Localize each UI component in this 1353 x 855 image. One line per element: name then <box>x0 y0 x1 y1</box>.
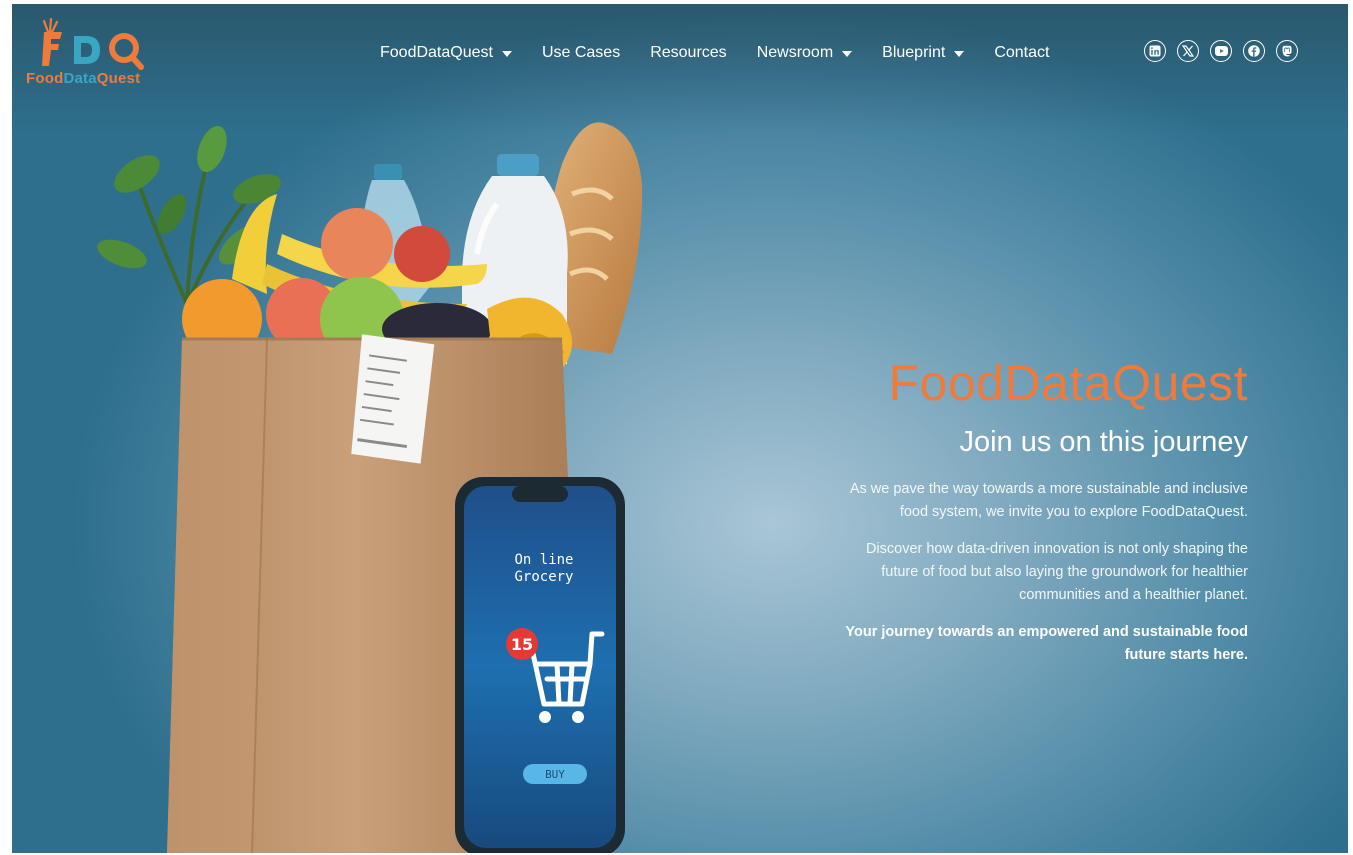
youtube-icon[interactable] <box>1210 40 1232 62</box>
chevron-down-icon <box>842 51 853 57</box>
site-logo[interactable]: FoodDataQuest <box>26 14 156 94</box>
main-nav: FoodDataQuest Use Cases Resources Newsro… <box>380 40 1079 66</box>
logo-text-quest: Quest <box>96 70 141 87</box>
hero-paragraph-3: Your journey towards an empowered and su… <box>845 624 1248 663</box>
phone-title-line1: On line <box>514 552 573 568</box>
hero-section: FoodDataQuest FoodDataQuest Use Cases Re… <box>12 4 1348 853</box>
nav-item-fooddataquest[interactable]: FoodDataQuest <box>380 44 512 62</box>
chevron-down-icon <box>954 51 965 57</box>
nav-item-label: Newsroom <box>756 44 834 61</box>
hero-paragraph-1: As we pave the way towards a more sustai… <box>849 481 1248 520</box>
nav-item-contact[interactable]: Contact <box>994 44 1049 62</box>
chevron-down-icon <box>501 51 512 57</box>
mastodon-icon[interactable] <box>1276 40 1298 62</box>
logo-text-data: Data <box>63 70 97 87</box>
logo-text-food: Food <box>26 70 64 87</box>
nav-item-newsroom[interactable]: Newsroom <box>756 44 853 62</box>
milk-cap <box>497 154 539 176</box>
buy-label: BUY <box>545 768 565 781</box>
nav-item-label: Use Cases <box>541 44 621 61</box>
hero-title: FoodDataQuest <box>888 355 1248 411</box>
nav-item-label: FoodDataQuest <box>380 44 493 61</box>
apple <box>321 208 393 280</box>
x-icon[interactable] <box>1177 40 1199 62</box>
logo-text: FoodDataQuest <box>26 70 140 87</box>
nav-item-label: Contact <box>994 44 1050 61</box>
grocery-bag-illustration: On line Grocery 15 BUY <box>97 122 643 853</box>
linkedin-icon[interactable] <box>1144 40 1166 62</box>
phone-title-line2: Grocery <box>514 569 573 585</box>
hero-subtitle: Join us on this journey <box>959 426 1248 458</box>
fdq-logo-icon <box>42 18 144 70</box>
social-links <box>1144 40 1309 62</box>
nav-item-resources[interactable]: Resources <box>650 44 726 62</box>
nav-item-use-cases[interactable]: Use Cases <box>542 44 620 62</box>
hero-copy: FoodDataQuest Join us on this journey As… <box>828 354 1248 667</box>
nav-item-label: Resources <box>650 44 727 61</box>
nav-item-blueprint[interactable]: Blueprint <box>882 44 965 62</box>
nav-item-label: Blueprint <box>882 44 946 61</box>
cart-badge-count: 15 <box>511 635 533 654</box>
hero-paragraph-2: Discover how data-driven innovation is n… <box>865 541 1248 603</box>
facebook-icon[interactable] <box>1243 40 1265 62</box>
